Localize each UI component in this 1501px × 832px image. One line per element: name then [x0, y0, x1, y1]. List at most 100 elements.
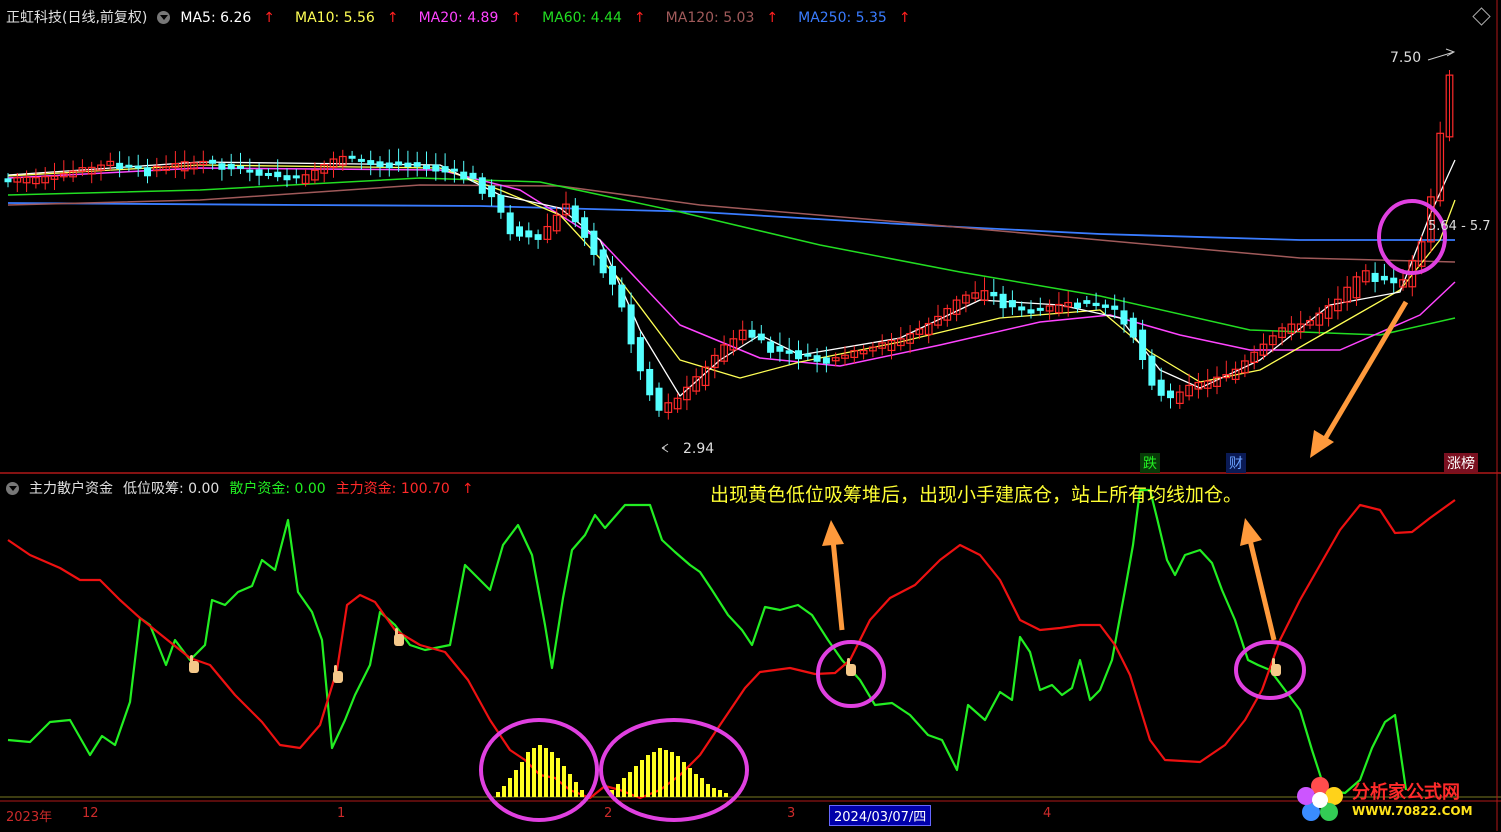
candle-body [218, 163, 226, 170]
candle-body [757, 333, 765, 341]
candle-body [804, 353, 812, 357]
lowpos-bar [562, 766, 566, 797]
candle-body [618, 284, 626, 308]
chart-canvas[interactable] [0, 0, 1501, 831]
lowpos-bar [544, 748, 548, 797]
candle-body [1083, 300, 1091, 304]
axis-year: 2023年 [6, 810, 53, 825]
candle-body [646, 368, 654, 396]
hand-finger [1272, 658, 1275, 666]
candle-body [432, 164, 440, 172]
candle-body [357, 158, 365, 162]
dropdown-icon[interactable] [157, 11, 171, 24]
lowpos-bar [568, 774, 572, 797]
candle-body [125, 164, 133, 168]
main-label: 主力资金: 100.70 ↑ [335, 481, 474, 497]
candle-body [516, 226, 523, 237]
lowpos-bar [622, 778, 626, 797]
lowpos-bar [640, 760, 644, 797]
hand-finger [190, 655, 193, 663]
candle-body [525, 230, 533, 238]
lowpos-bar [652, 752, 656, 797]
candle-body [655, 387, 663, 411]
candle-body [999, 293, 1007, 309]
ma20-label: MA20: 4.89 ↑ [418, 10, 523, 26]
candlesticks [4, 69, 1454, 420]
candle-body [227, 163, 235, 170]
main-fund-line [7, 499, 1456, 800]
moving-average-lines [7, 159, 1456, 397]
lowpos-bar [634, 766, 638, 797]
ma250-line [7, 202, 1455, 241]
candle-body [1129, 317, 1137, 338]
candle-body [1092, 302, 1100, 307]
cursor-date: 2024/03/07/四 [829, 805, 932, 826]
hand-marker-icon [189, 655, 199, 673]
lowpos-bar [532, 748, 536, 797]
candle-body [813, 355, 821, 362]
candle-body [1027, 309, 1035, 314]
candle-body [469, 172, 477, 179]
ma120-label: MA120: 5.03 ↑ [665, 10, 779, 26]
lowpos-bar [676, 756, 680, 797]
candle-body [441, 166, 449, 173]
lowpos-bar [724, 793, 728, 797]
ma250-label: MA250: 5.35 ↑ [798, 10, 911, 26]
indicator-name[interactable]: 主力散户资金 [29, 481, 113, 497]
tag-cai[interactable]: 财 [1226, 453, 1246, 473]
ma10-label: MA10: 5.56 ↑ [295, 10, 399, 26]
candle-body [1018, 306, 1026, 311]
candle-body [627, 304, 635, 345]
candle-body [4, 178, 12, 183]
candle-body [1008, 300, 1016, 308]
candle-body [404, 162, 412, 167]
header-bar: 正虹科技(日线,前复权) MA5: 6.26 ↑ MA10: 5.56 ↑ MA20: 4… [6, 7, 931, 27]
lowpos-bar [712, 788, 716, 797]
ma60-label: MA60: 4.44 ↑ [542, 10, 646, 26]
candle-body [423, 165, 430, 170]
candle-body [478, 177, 486, 194]
candle-body [367, 160, 375, 165]
retail-fund-line [7, 488, 1408, 795]
watermark-url: WWW.70822.COM [1352, 804, 1473, 818]
lowpos-bar [670, 752, 674, 797]
indicator-dropdown-icon[interactable] [6, 482, 19, 495]
chart-frame [0, 0, 1501, 831]
tag-zhangbang[interactable]: 涨榜 [1444, 453, 1478, 473]
candle-body [413, 162, 421, 167]
hand-palm [189, 661, 199, 673]
tag-die[interactable]: 跌 [1140, 453, 1160, 473]
hand-finger [334, 665, 337, 673]
candle-body [385, 162, 393, 169]
candle-body [571, 205, 579, 223]
candle-body [116, 162, 124, 170]
candle-body [497, 194, 505, 213]
axis-month-2: 2 [604, 806, 613, 821]
candle-body [506, 212, 514, 235]
lowpos-bar [556, 758, 560, 797]
lowpos-bar [538, 745, 542, 797]
candle-body [1167, 390, 1174, 399]
candle-body [776, 346, 784, 352]
candle-body [590, 230, 598, 255]
lowpos-bar [580, 790, 584, 797]
candle-body [209, 159, 217, 164]
candle-body [395, 161, 403, 166]
lowpos-bar [628, 772, 632, 797]
hand-palm [846, 664, 856, 676]
candle-body [283, 175, 291, 181]
candle-body [767, 341, 775, 353]
candle-body [534, 234, 542, 240]
stock-title[interactable]: 正虹科技(日线,前复权) [6, 10, 147, 26]
candle-body [1390, 277, 1398, 284]
indicator-header: 主力散户资金 低位吸筹: 0.00 散户资金: 0.00 主力资金: 100.70 ↑ [6, 478, 494, 498]
lowpos-label: 低位吸筹: 0.00 [123, 481, 220, 497]
lowpos-bar [664, 750, 668, 797]
candle-body [1371, 272, 1379, 282]
lowpos-bar [514, 770, 518, 797]
candle-body [1380, 275, 1388, 281]
annotation-text: 出现黄色低位吸筹堆后，出现小手建底仓，站上所有均线加仓。 [710, 484, 1243, 506]
candle-body [460, 171, 468, 180]
lowpos-bar [616, 784, 620, 797]
watermark-name: 分析家公式网 [1352, 782, 1460, 803]
